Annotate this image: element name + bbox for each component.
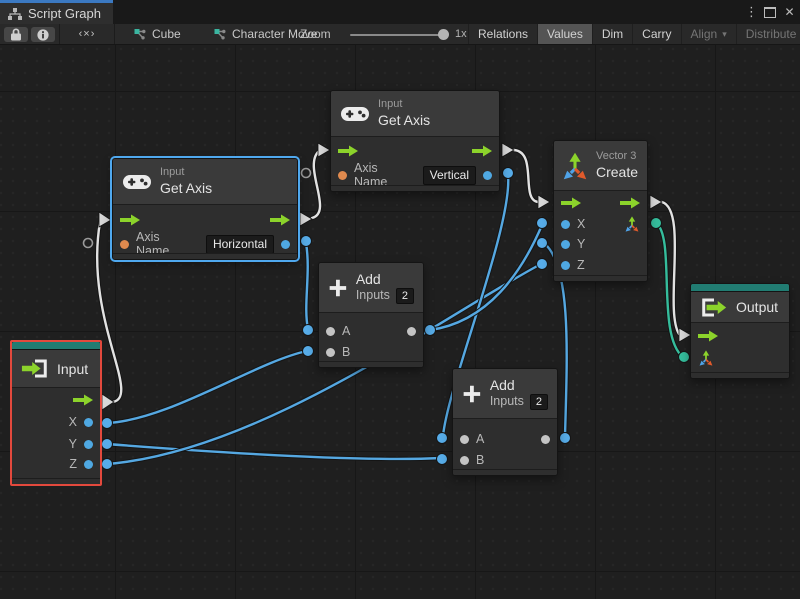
node-graph-output[interactable]: Output	[690, 283, 790, 379]
gamepad-icon	[340, 104, 370, 124]
output-bracket-icon	[700, 297, 728, 318]
unity-visual-scripting-window: Script Graph ⋮ ✕ ‹×› Cube Character Move…	[0, 0, 800, 599]
vector-connection-dots[interactable]	[651, 218, 690, 363]
vector3-out-port[interactable]	[624, 216, 640, 232]
node-get-axis-horizontal[interactable]: Input Get Axis Axis Name Horizontal	[112, 158, 298, 260]
control-out-port[interactable]	[472, 145, 492, 157]
node-get-axis-vertical[interactable]: Input Get Axis Axis Name Vertical	[330, 90, 500, 192]
port-y-out[interactable]	[84, 440, 93, 449]
node-graph-input[interactable]: Input X Y Z	[12, 342, 100, 484]
node-add-2[interactable]: Add Inputs 2 A B	[452, 368, 558, 476]
inputs-count-field[interactable]: 2	[396, 288, 414, 304]
control-in-port[interactable]	[561, 197, 581, 209]
control-out-port[interactable]	[270, 214, 290, 226]
float-out-port[interactable]	[483, 171, 492, 180]
vector3-in-port[interactable]	[698, 350, 714, 366]
port-y[interactable]	[561, 240, 570, 249]
node-add-1[interactable]: Add Inputs 2 A B	[318, 262, 424, 368]
port-z[interactable]	[561, 261, 570, 270]
control-in-port[interactable]	[338, 145, 358, 157]
axis-name-port[interactable]	[120, 240, 129, 249]
port-b[interactable]	[326, 348, 335, 357]
graph-io-accent-bar	[12, 342, 100, 350]
port-b[interactable]	[460, 456, 469, 465]
control-in-port[interactable]	[698, 330, 718, 342]
wire-getaxis-vertical-to-vector3[interactable]	[514, 150, 538, 202]
port-x[interactable]	[561, 220, 570, 229]
input-bracket-icon	[21, 358, 49, 379]
port-x-out[interactable]	[84, 418, 93, 427]
gamepad-icon	[122, 172, 152, 192]
axis-name-field[interactable]: Horizontal	[206, 235, 274, 254]
graph-io-accent-bar	[691, 284, 789, 292]
node-graph-input-selection: Input X Y Z	[10, 340, 102, 486]
plus-icon	[462, 382, 482, 406]
node-vector3-create[interactable]: Vector 3 Create X Y Z	[553, 140, 648, 282]
control-in-port[interactable]	[120, 214, 140, 226]
control-out-port[interactable]	[620, 197, 640, 209]
sum-out-port[interactable]	[541, 435, 550, 444]
axis-name-port[interactable]	[338, 171, 347, 180]
vector3-icon	[561, 152, 589, 180]
float-out-port[interactable]	[281, 240, 290, 249]
plus-icon	[328, 276, 348, 300]
port-a[interactable]	[326, 327, 335, 336]
control-out-port[interactable]	[73, 394, 93, 406]
wire-getaxis-horizontal-to-vertical[interactable]	[312, 151, 320, 218]
axis-name-field[interactable]: Vertical	[423, 166, 476, 185]
sum-out-port[interactable]	[407, 327, 416, 336]
port-z-out[interactable]	[84, 460, 93, 469]
inputs-count-field[interactable]: 2	[530, 394, 548, 410]
wire-horizontal-value-to-add1-a[interactable]	[306, 243, 308, 329]
port-a[interactable]	[460, 435, 469, 444]
